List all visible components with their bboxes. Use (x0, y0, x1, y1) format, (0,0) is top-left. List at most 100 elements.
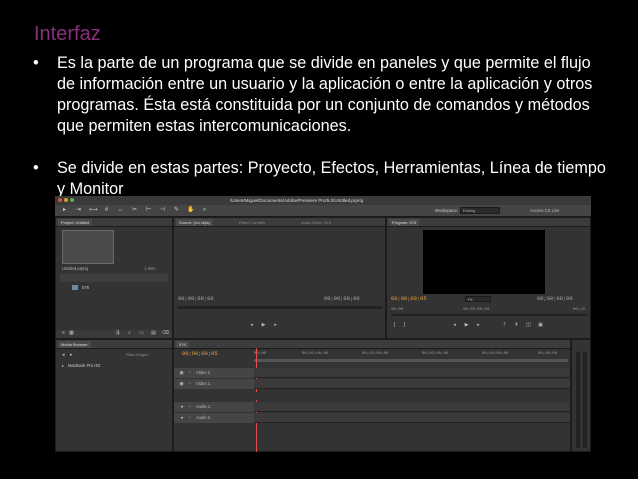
project-item-count: 1 Item (144, 266, 156, 271)
selection-tool-icon[interactable]: ▸ (61, 207, 68, 214)
lock-icon[interactable]: ▫ (186, 415, 193, 422)
tab-media-browser[interactable]: Media Browser (58, 341, 91, 348)
minimize-icon[interactable] (64, 198, 68, 202)
workspace-label: Workspace: (435, 208, 459, 213)
lift-icon[interactable]: ⇡ (501, 322, 508, 329)
eye-icon[interactable]: ◉ (178, 370, 185, 377)
timeline-work-area[interactable] (254, 359, 568, 362)
track-select-tool-icon[interactable]: ⇥ (75, 207, 82, 214)
hand-tool-icon[interactable]: ✋ (187, 207, 194, 214)
play-icon[interactable]: ▶ (463, 322, 470, 329)
new-item-icon[interactable]: ▤ (150, 330, 157, 337)
step-forward-icon[interactable]: ▸ (475, 322, 482, 329)
tools-toolbar: ▸ ⇥ ⟷ # ↔ ✂ ⊢ ⊣ ✎ ✋ ⌕ Workspace: Editing… (55, 205, 591, 217)
tab-effect-controls[interactable]: Effect Controls (236, 219, 268, 226)
bullet-text: Es la parte de un programa que se divide… (57, 54, 593, 135)
razor-tool-icon[interactable]: ✂ (131, 207, 138, 214)
list-view-icon[interactable]: ≡ (60, 330, 67, 337)
list-item[interactable]: ▸ MacBook Pro HD (60, 362, 168, 370)
step-back-icon[interactable]: ◂ (248, 322, 255, 329)
ripple-edit-tool-icon[interactable]: ⟷ (89, 207, 98, 214)
media-browser-tabbar: Media Browser (56, 340, 172, 349)
bullet-text: Se divide en estas partes: Proyecto, Efe… (57, 159, 606, 198)
program-timecode-right: 00;00;00;00 (537, 296, 573, 302)
new-bin-icon[interactable]: ▭ (138, 330, 145, 337)
list-item[interactable]: 576 (60, 284, 168, 292)
track-spacer (174, 392, 570, 400)
tab-project[interactable]: Project: Untitled (58, 219, 93, 226)
files-of-type-label: Files of type: (126, 352, 149, 357)
close-icon[interactable] (58, 198, 62, 202)
tab-audio-mixer[interactable]: Audio Mixer: 576 (298, 219, 334, 226)
program-timecode-left: 00;00;00;05 (391, 296, 427, 302)
find-icon[interactable]: ⌕ (126, 330, 133, 337)
tab-program[interactable]: Program: 576 (389, 219, 420, 226)
source-scrubber[interactable] (178, 306, 382, 309)
extract-icon[interactable]: ⇞ (513, 322, 520, 329)
zoom-tool-icon[interactable]: ⌕ (201, 207, 208, 214)
program-tabbar: Program: 576 (387, 218, 590, 227)
export-frame-icon[interactable]: ◫ (525, 322, 532, 329)
project-tabbar: Project: Untitled (56, 218, 172, 227)
speaker-icon[interactable]: ◂ (178, 415, 185, 422)
speaker-icon[interactable]: ◂ (178, 404, 185, 411)
bullet-item: • Se divide en estas partes: Proyecto, Ef… (33, 158, 613, 200)
nav-forward-icon[interactable]: ▸ (70, 352, 73, 358)
project-list-header (60, 274, 168, 282)
source-panel: Source: (no clips) Effect Controls Audio… (173, 217, 386, 339)
timeline-ruler-2: 00;02;00;00 (362, 352, 389, 356)
program-video (423, 230, 545, 294)
pen-tool-icon[interactable]: ✎ (173, 207, 180, 214)
nav-back-icon[interactable]: ◂ (62, 352, 65, 358)
rolling-edit-tool-icon[interactable]: # (103, 207, 110, 214)
premiere-screenshot: /Users/Miguel/Documents/Adobe/Premiere P… (55, 196, 591, 452)
safe-margins-icon[interactable]: ▣ (537, 322, 544, 329)
eye-icon[interactable]: ◉ (178, 381, 185, 388)
rate-stretch-tool-icon[interactable]: ↔ (117, 207, 124, 214)
icon-view-icon[interactable]: ▦ (68, 330, 75, 337)
audio-meter-right (583, 352, 587, 448)
cs-live-link[interactable]: Access CS Live (530, 208, 559, 213)
timeline-tabbar: 576 (174, 340, 570, 349)
source-timecode-left: 00;00;00;00 (178, 296, 214, 302)
fit-select[interactable]: Fit (465, 296, 491, 302)
tab-sequence[interactable]: 576 (176, 341, 189, 348)
program-scrubber[interactable] (391, 314, 587, 316)
timeline-ruler-5: 00;05;00 (538, 352, 558, 356)
lock-icon[interactable]: ▫ (186, 404, 193, 411)
media-browser-panel: Media Browser Files of type: ◂ ▸ ▸ MacBo… (55, 339, 173, 452)
step-back-icon[interactable]: ◂ (451, 322, 458, 329)
mark-in-icon[interactable]: { (391, 322, 398, 329)
sequence-name: 576 (82, 285, 89, 290)
track-audio-1: Audio 1 ◂ ▫ (174, 402, 570, 412)
mark-out-icon[interactable]: } (401, 322, 408, 329)
source-transport: ◂ ▶ ▸ (178, 322, 382, 330)
timeline-ruler-3: 00;03;00;00 (422, 352, 449, 356)
zoom-icon[interactable] (70, 198, 74, 202)
bullet-glyph: • (33, 159, 39, 177)
lock-icon[interactable]: ▫ (186, 381, 193, 388)
bullet-glyph: • (33, 54, 39, 72)
slide-tool-icon[interactable]: ⊣ (159, 207, 166, 214)
automate-icon[interactable]: ⇶ (114, 330, 121, 337)
audio-meter-left (576, 352, 580, 448)
play-icon[interactable]: ▶ (260, 322, 267, 329)
slip-tool-icon[interactable]: ⊢ (145, 207, 152, 214)
project-item-name: Untitled.prproj (62, 266, 89, 271)
source-timecode-right: 00;00;00;00 (324, 296, 360, 302)
playhead[interactable] (256, 348, 257, 452)
step-forward-icon[interactable]: ▸ (272, 322, 279, 329)
project-panel: Project: Untitled Untitled.prproj 1 Item… (55, 217, 173, 339)
trash-icon[interactable]: ⌫ (162, 330, 169, 337)
lock-icon[interactable]: ▫ (186, 370, 193, 377)
chevron-right-icon: ▸ (62, 363, 65, 368)
sequence-icon (72, 285, 78, 290)
source-tabbar: Source: (no clips) Effect Controls Audio… (174, 218, 385, 227)
timeline-ruler-4: 00;04;00;00 (482, 352, 509, 356)
track-label: Audio 1 (196, 404, 211, 409)
program-ruler-end: 00;10 (573, 308, 586, 312)
slide-title: Interfaz (34, 23, 101, 45)
tab-source[interactable]: Source: (no clips) (176, 219, 214, 226)
workspace-select[interactable]: Editing (460, 207, 500, 214)
track-video-2: Video 2 ◉ ▫ (174, 368, 570, 378)
